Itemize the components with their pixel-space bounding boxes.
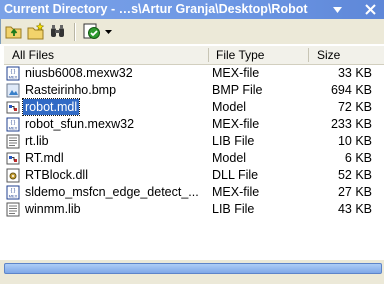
file-row[interactable]: RT.mdl Model 6 KB (4, 150, 384, 167)
file-size: 233 KB (330, 117, 372, 131)
file-size: 694 KB (330, 83, 372, 97)
toolbar-separator (74, 23, 76, 41)
file-type: MEX-file (212, 66, 260, 80)
visdiff-check-icon[interactable] (82, 22, 102, 41)
file-name[interactable]: Rasteirinho.bmp (23, 82, 118, 98)
toolbar (0, 19, 384, 45)
file-name[interactable]: robot.mdl (21, 98, 81, 116)
list-header: All Files File Type Size (4, 46, 384, 65)
file-row[interactable]: { } MEX sldemo_msfcn_edge_detect_... MEX-fi… (4, 184, 384, 201)
svg-text:MEX: MEX (9, 75, 18, 80)
file-name[interactable]: rt.lib (23, 133, 51, 149)
dropdown-arrow-icon[interactable] (104, 22, 114, 41)
file-name[interactable]: niusb6008.mexw32 (23, 65, 135, 81)
file-row[interactable]: rt.lib LIB File 10 KB (4, 133, 384, 150)
folder-up-icon[interactable] (4, 22, 24, 41)
file-type: DLL File (212, 168, 259, 182)
file-row[interactable]: winmm.lib LIB File 43 KB (4, 201, 384, 218)
lib-icon (6, 134, 20, 149)
file-row[interactable]: { } MEX robot_sfun.mexw32 MEX-file 233 KB (4, 116, 384, 133)
mex-icon: { }MEX (6, 185, 20, 200)
new-folder-icon[interactable] (26, 22, 46, 41)
model-icon (6, 101, 20, 114)
file-name[interactable]: winmm.lib (23, 201, 83, 217)
file-type: LIB File (212, 202, 255, 216)
model-icon (6, 152, 20, 165)
file-type: MEX-file (212, 185, 260, 199)
column-header-size[interactable]: Size (317, 46, 340, 64)
column-divider[interactable] (208, 48, 209, 62)
close-icon[interactable] (362, 1, 379, 18)
file-type: LIB File (212, 134, 255, 148)
file-type: Model (212, 151, 247, 165)
lib-icon (6, 202, 20, 217)
mex-icon: { }MEX (6, 66, 20, 81)
file-size: 27 KB (337, 185, 372, 199)
file-size: 10 KB (337, 134, 372, 148)
file-name[interactable]: sldemo_msfcn_edge_detect_... (23, 184, 201, 200)
file-size: 72 KB (337, 100, 372, 114)
file-size: 52 KB (337, 168, 372, 182)
svg-text:MEX: MEX (9, 126, 18, 131)
file-row[interactable]: RTBlock.dll DLL File 52 KB (4, 167, 384, 184)
horizontal-scrollbar[interactable] (4, 263, 382, 274)
column-header-name[interactable]: All Files (12, 46, 54, 64)
find-icon[interactable] (48, 22, 68, 41)
svg-text:MEX: MEX (9, 194, 18, 199)
file-rows: { } MEX niusb6008.mexw32 MEX-file 33 KB Raste… (4, 65, 384, 218)
column-divider[interactable] (308, 48, 309, 62)
file-type: Model (212, 100, 247, 114)
window-title: Current Directory - …s\Artur Granja\Desk… (4, 2, 308, 16)
file-name[interactable]: RTBlock.dll (23, 167, 90, 183)
file-size: 33 KB (337, 66, 372, 80)
panel-menu-icon[interactable] (333, 5, 342, 14)
file-type: BMP File (212, 83, 263, 97)
dll-icon (6, 168, 20, 183)
bmp-icon (6, 83, 20, 98)
file-type: MEX-file (212, 117, 260, 131)
file-size: 43 KB (337, 202, 372, 216)
file-size: 6 KB (344, 151, 372, 165)
file-row[interactable]: { } MEX niusb6008.mexw32 MEX-file 33 KB (4, 65, 384, 82)
file-name[interactable]: RT.mdl (23, 150, 66, 166)
file-row[interactable]: robot.mdl Model 72 KB (4, 98, 384, 116)
column-header-type[interactable]: File Type (216, 46, 264, 64)
title-bar: Current Directory - …s\Artur Granja\Desk… (0, 0, 384, 19)
mex-icon: { }MEX (6, 117, 20, 132)
bottom-panel (0, 260, 384, 284)
file-name[interactable]: robot_sfun.mexw32 (23, 116, 136, 132)
file-row[interactable]: Rasteirinho.bmp BMP File 694 KB (4, 82, 384, 99)
file-list: All Files File Type Size { } MEX niusb6008… (0, 44, 384, 260)
